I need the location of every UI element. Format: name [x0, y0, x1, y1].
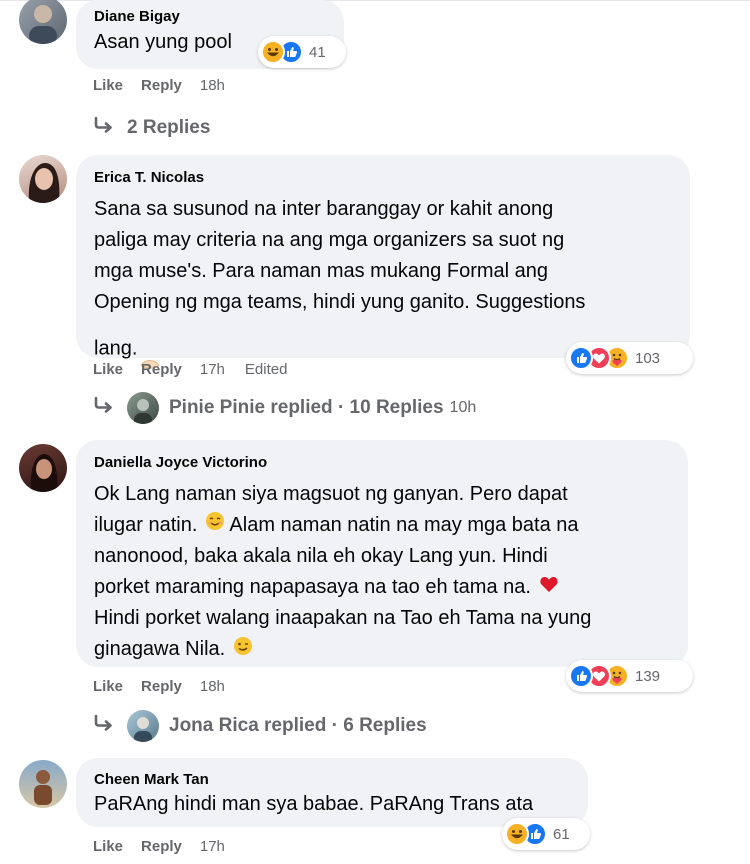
reaction-count: 41: [309, 43, 326, 61]
reply-button[interactable]: Reply: [141, 77, 182, 94]
replies-label[interactable]: Pinie Pinie replied · 10 Replies: [169, 397, 444, 419]
comment-timestamp[interactable]: 18h: [200, 678, 225, 695]
replies-label[interactable]: 2 Replies: [127, 117, 210, 139]
avatar[interactable]: [19, 444, 67, 492]
avatar[interactable]: [19, 155, 67, 203]
reaction-summary[interactable]: 41: [258, 36, 346, 68]
smile-emoji-icon: [205, 510, 225, 541]
comment-line: Hindi porket walang inaapakan na Tao eh …: [94, 607, 592, 630]
reaction-summary[interactable]: 139: [566, 660, 693, 692]
comment-line-part: ginagawa Nila.: [94, 638, 226, 661]
comment-author[interactable]: Diane Bigay: [94, 7, 326, 27]
comment-actions: Like Reply 18h: [93, 77, 245, 94]
view-replies-link[interactable]: Pinie Pinie replied · 10 Replies 10h: [93, 392, 476, 424]
haha-reaction-icon: [505, 822, 529, 846]
comment-timestamp[interactable]: 17h: [200, 361, 225, 378]
reply-arrow-icon: [93, 395, 115, 421]
comment-line: Ok Lang naman siya magsuot ng ganyan. Pe…: [94, 483, 568, 505]
comment-bubble: Cheen Mark Tan PaRAng hindi man sya baba…: [76, 758, 588, 827]
wink-emoji-icon: [233, 635, 253, 666]
comment-author[interactable]: Cheen Mark Tan: [94, 770, 570, 790]
view-replies-link[interactable]: Jona Rica replied · 6 Replies: [93, 710, 427, 742]
comment-actions: Like Reply 17h: [93, 838, 245, 855]
comment-actions: Like Reply 17h Edited: [93, 361, 287, 378]
reaction-summary[interactable]: 61: [502, 818, 590, 850]
reaction-count: 61: [553, 825, 570, 843]
comment-line: porket maraming napapasaya na tao eh tam…: [94, 572, 670, 603]
edited-label: Edited: [244, 361, 288, 378]
reply-timestamp: 10h: [449, 399, 477, 416]
replier-avatar: [127, 392, 159, 424]
comment-line-part: Alam naman natin na may mga bata na: [229, 514, 579, 536]
like-reaction-icon: [569, 346, 593, 370]
view-replies-link[interactable]: 2 Replies: [93, 115, 210, 141]
comment-line: nanonood, baka akala nila eh okay Lang y…: [94, 545, 548, 568]
replier-avatar: [127, 710, 159, 742]
like-button[interactable]: Like: [93, 361, 123, 378]
haha-reaction-icon: [261, 40, 285, 64]
replies-label[interactable]: Jona Rica replied · 6 Replies: [169, 715, 427, 737]
like-button[interactable]: Like: [93, 678, 123, 695]
reply-arrow-icon: [93, 115, 115, 141]
comment-bubble: Daniella Joyce Victorino Ok Lang naman s…: [76, 440, 688, 667]
like-button[interactable]: Like: [93, 77, 123, 94]
avatar[interactable]: [19, 0, 67, 44]
comment-line: ilugar natin. Alam naman natin na may mg…: [94, 510, 670, 541]
comment-text-content: Sana sa susunod na inter baranggay or ka…: [94, 198, 586, 360]
comment-line-part: ilugar natin.: [94, 514, 198, 536]
comment-text: Ok Lang naman siya magsuot ng ganyan. Pe…: [94, 479, 670, 666]
comment-timestamp[interactable]: 17h: [200, 838, 225, 855]
like-button[interactable]: Like: [93, 838, 123, 855]
comment-line-part: porket maraming napapasaya na tao eh tam…: [94, 576, 531, 599]
red-heart-emoji-icon: [539, 572, 559, 603]
comment-text: PaRAng hindi man sya babae. PaRAng Trans…: [94, 793, 534, 815]
reaction-summary[interactable]: 103: [566, 342, 693, 374]
reply-button[interactable]: Reply: [141, 361, 182, 378]
reaction-count: 103: [635, 349, 661, 367]
reply-button[interactable]: Reply: [141, 678, 182, 695]
reaction-count: 139: [635, 667, 661, 685]
comment-bubble: Erica T. Nicolas Sana sa susunod na inte…: [76, 155, 690, 369]
avatar[interactable]: [19, 760, 67, 808]
reply-arrow-icon: [93, 713, 115, 739]
comment-author[interactable]: Daniella Joyce Victorino: [94, 453, 670, 473]
comment-actions: Like Reply 18h: [93, 678, 245, 695]
comment-timestamp[interactable]: 18h: [200, 77, 225, 94]
comment-author[interactable]: Erica T. Nicolas: [94, 168, 672, 188]
like-reaction-icon: [569, 664, 593, 688]
reply-button[interactable]: Reply: [141, 838, 182, 855]
